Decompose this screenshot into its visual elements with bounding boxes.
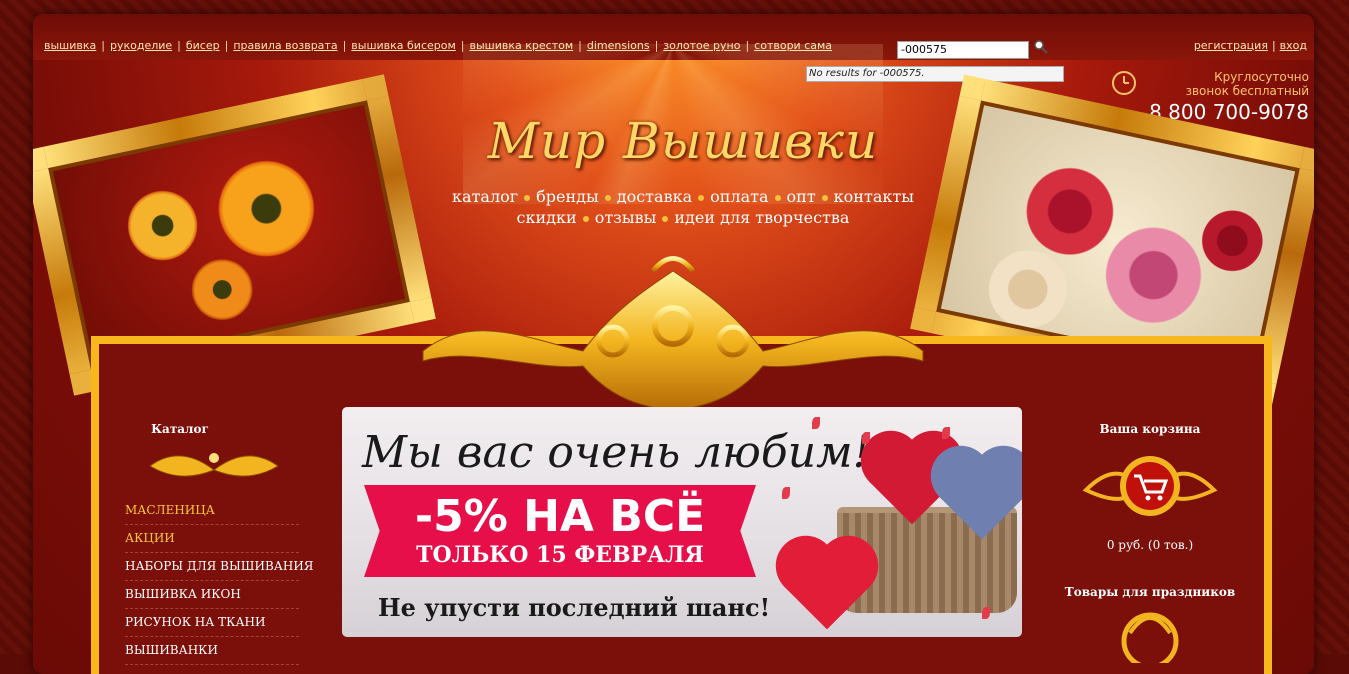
nav-bullet-icon (582, 215, 589, 222)
nav-bullet-icon (698, 194, 705, 201)
search-input[interactable] (897, 40, 1029, 59)
main-nav-item[interactable]: идеи для творчества (674, 208, 849, 227)
gold-ornament (422, 256, 924, 411)
top-link[interactable]: вышивка крестом (470, 39, 574, 52)
promo-banner[interactable]: Мы вас очень любим! -5% НА ВСЁ ТОЛЬКО 15… (342, 407, 1022, 637)
search-icon[interactable] (1033, 39, 1049, 55)
banner-sale: -5% НА ВСЁ (414, 491, 706, 542)
banner-heading: Мы вас очень любим! (362, 427, 871, 478)
main-navigation: каталог бренды доставка оплата опт контакты с… (403, 186, 963, 228)
catalog-item[interactable]: АКЦИИ (125, 525, 299, 553)
main-nav-item[interactable]: бренды (536, 187, 599, 206)
top-link[interactable]: dimensions (587, 39, 650, 52)
catalog-item[interactable]: ВЫШИВКА ИКОН (125, 581, 299, 609)
search-result-message: No results for -000575. (806, 66, 1064, 82)
top-link[interactable]: бисер (186, 39, 220, 52)
login-link[interactable]: вход (1280, 39, 1307, 52)
site-logo[interactable]: Мир Вышивки (453, 112, 913, 170)
top-link[interactable]: сотвори сама (754, 39, 832, 52)
main-nav-row-1: каталог бренды доставка оплата опт контакты (403, 186, 963, 207)
banner-tagline: Не упусти последний шанс! (378, 593, 771, 622)
nav-bullet-icon (774, 194, 781, 201)
cart-total[interactable]: 0 руб. (0 тов.) (1080, 538, 1220, 552)
catalog-item[interactable]: РИСУНОК НА ТКАНИ (125, 609, 299, 637)
auth-links: регистрация | вход (1193, 39, 1307, 52)
catalog-item[interactable]: НАБОРЫ ДЛЯ ВЫШИВАНИЯ (125, 553, 314, 581)
phone-note-line2: звонок бесплатный (1185, 84, 1309, 98)
catalog-ornament (149, 453, 279, 477)
main-nav-item[interactable]: оплата (710, 187, 768, 206)
catalog-item[interactable]: ВЫШИВАНКИ (125, 637, 299, 665)
top-links: вышивка | рукоделие | бисер | правила возврата… (44, 39, 833, 52)
cart-title: Ваша корзина (1099, 422, 1201, 436)
top-link[interactable]: вышивка бисером (351, 39, 456, 52)
banner-date: ТОЛЬКО 15 ФЕВРАЛЯ (416, 542, 704, 568)
top-bar (33, 14, 1314, 60)
main-nav-item[interactable]: скидки (517, 208, 577, 227)
catalog-title: Каталог (151, 422, 209, 436)
main-nav-item[interactable]: отзывы (595, 208, 657, 227)
clock-icon (1112, 71, 1137, 95)
cart-icon[interactable] (1078, 450, 1222, 530)
nav-bullet-icon (821, 194, 828, 201)
top-link[interactable]: вышивка (44, 39, 96, 52)
top-link[interactable]: правила возврата (233, 39, 337, 52)
search-box (897, 38, 1048, 59)
catalog-list: МАСЛЕНИЦА АКЦИИ НАБОРЫ ДЛЯ ВЫШИВАНИЯ ВЫШИВК… (125, 497, 314, 665)
top-link[interactable]: рукоделие (110, 39, 172, 52)
catalog-item[interactable]: МАСЛЕНИЦА (125, 497, 299, 525)
nav-bullet-icon (662, 215, 669, 222)
top-link[interactable]: золотое руно (663, 39, 740, 52)
phone-note-line1: Круглосуточно (1214, 70, 1309, 84)
main-nav-item[interactable]: контакты (834, 187, 914, 206)
main-nav-row-2: скидки отзывы идеи для творчества (403, 207, 963, 228)
register-link[interactable]: регистрация (1194, 39, 1268, 52)
nav-bullet-icon (524, 194, 531, 201)
heart-icon (784, 544, 870, 630)
main-nav-item[interactable]: каталог (452, 187, 518, 206)
holiday-goods-title: Товары для праздников (1064, 585, 1236, 599)
main-nav-item[interactable]: доставка (617, 187, 692, 206)
nav-bullet-icon (604, 194, 611, 201)
holiday-ornament (1121, 612, 1179, 663)
phone-box: Круглосуточно звонок бесплатный 8 800 70… (1112, 70, 1309, 124)
main-nav-item[interactable]: опт (787, 187, 816, 206)
